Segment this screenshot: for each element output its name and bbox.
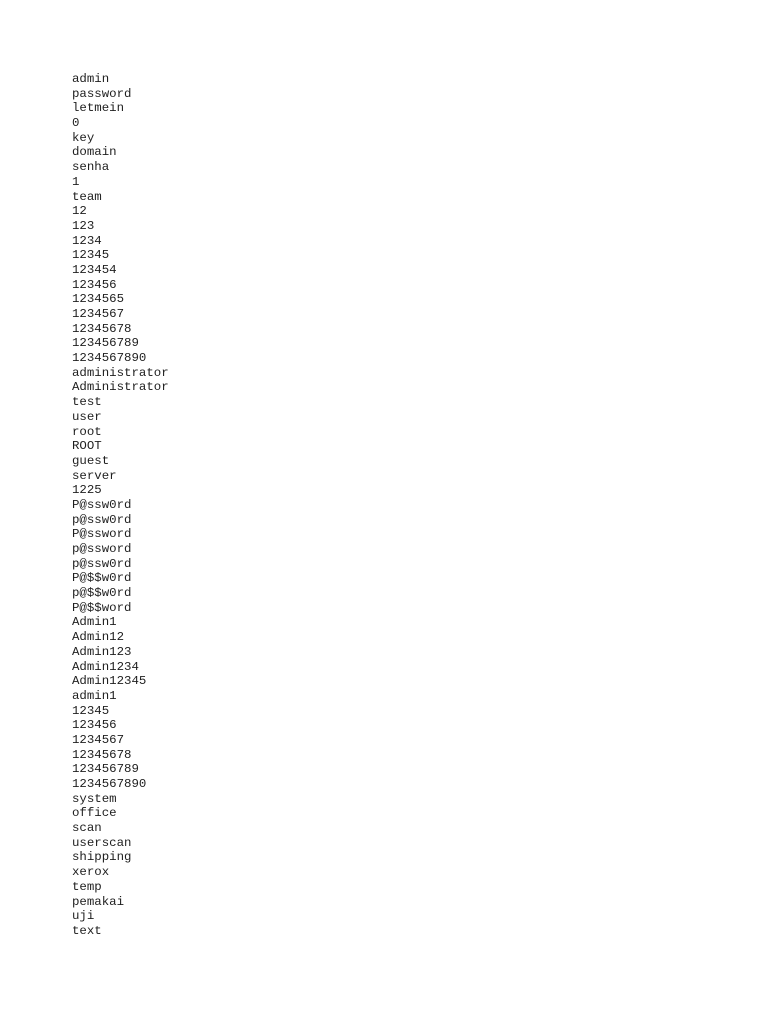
list-item: letmein (72, 101, 125, 116)
list-item: root (72, 424, 102, 439)
list-item: 123456 (72, 277, 117, 292)
list-item: 12345 (72, 703, 110, 718)
list-item: scan (72, 821, 102, 836)
list-item: 1234567 (72, 307, 125, 321)
list-item: domain (72, 145, 117, 160)
list-item: 123456 (72, 718, 117, 733)
word-list: admin password letmein 0 key domain senha 1 team… (72, 72, 169, 939)
list-item: 123 (72, 218, 95, 233)
list-item: p@ssword (72, 542, 132, 556)
list-item: 1234567890 (72, 777, 147, 791)
list-item: text (72, 923, 102, 938)
list-item: P@$$word (72, 600, 132, 615)
list-item: system (72, 791, 117, 806)
list-item: administrator (72, 365, 169, 380)
list-item: 1234 (72, 233, 102, 248)
list-item: xerox (72, 865, 110, 880)
list-item: 12345678 (72, 321, 132, 336)
list-item: 12 (72, 204, 87, 219)
document-page: admin password letmein 0 key domain senha 1 team… (0, 0, 768, 1024)
list-item: 123454 (72, 262, 117, 277)
list-item: uji (72, 909, 95, 924)
list-item: senha (72, 160, 110, 175)
list-item: Administrator (72, 380, 169, 395)
list-item: 1225 (72, 483, 102, 498)
list-item: admin (72, 72, 110, 86)
list-item: p@ssw0rd (72, 512, 132, 527)
list-item: 1234567890 (72, 351, 147, 366)
list-item: 123456789 (72, 336, 139, 351)
list-item: office (72, 806, 117, 821)
list-item: test (72, 395, 102, 410)
list-item: pemakai (72, 894, 125, 909)
list-item: password (72, 86, 132, 101)
list-item: team (72, 189, 102, 204)
list-item: guest (72, 453, 110, 468)
list-item: user (72, 409, 102, 424)
list-item: P@ssw0rd (72, 497, 132, 512)
list-item: Admin123 (72, 644, 132, 659)
list-item: P@ssword (72, 527, 132, 542)
list-item: 1234567 (72, 732, 125, 747)
list-item: Admin12 (72, 630, 125, 645)
list-item: 0 (72, 116, 80, 131)
list-item: p@$$w0rd (72, 586, 132, 601)
list-item: 1234565 (72, 292, 125, 307)
list-item: p@ssw0rd (72, 556, 132, 571)
list-item: admin1 (72, 688, 117, 703)
list-item: P@$$w0rd (72, 571, 132, 586)
list-item: 12345 (72, 248, 110, 263)
list-item: Admin1 (72, 615, 117, 630)
list-item: 1 (72, 174, 80, 189)
list-item: 12345678 (72, 747, 132, 762)
list-item: userscan (72, 835, 132, 850)
list-item: server (72, 468, 117, 483)
list-item: 123456789 (72, 762, 139, 777)
list-item: shipping (72, 850, 132, 865)
list-item: Admin1234 (72, 659, 139, 674)
list-item: key (72, 130, 95, 145)
list-item: ROOT (72, 439, 102, 454)
list-item: Admin12345 (72, 674, 147, 689)
list-item: temp (72, 879, 102, 894)
